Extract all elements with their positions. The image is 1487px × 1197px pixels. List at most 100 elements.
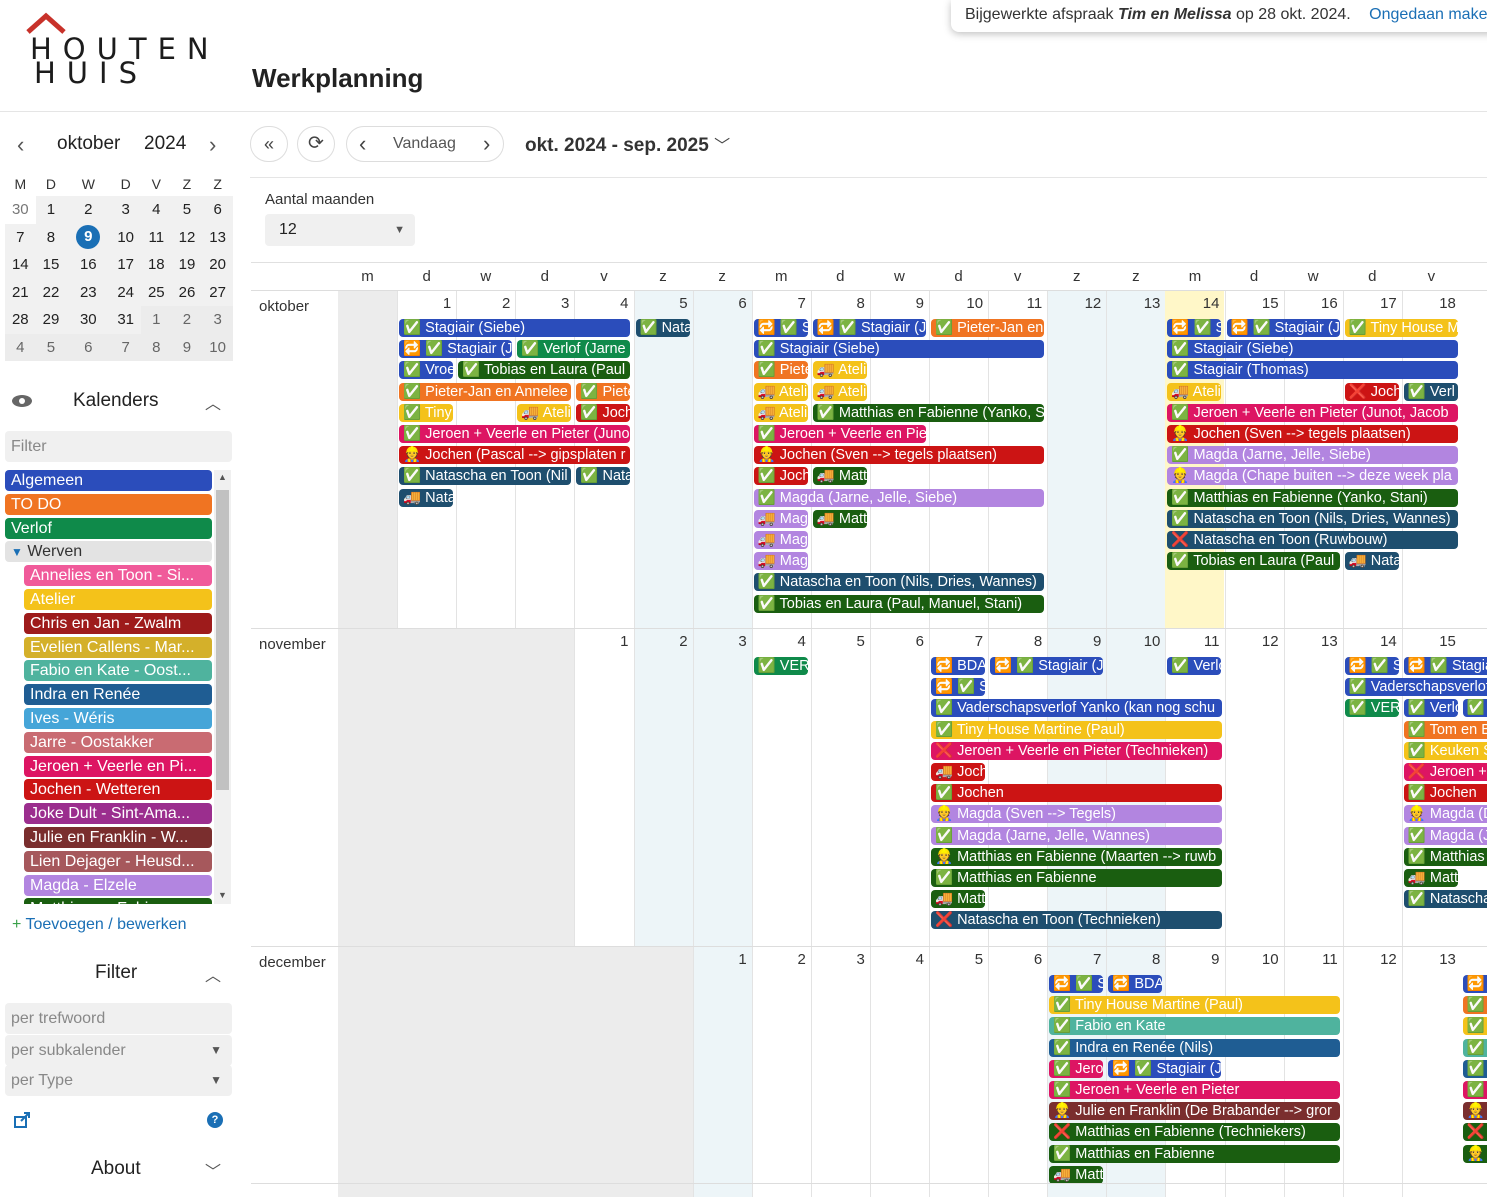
day-number[interactable]: 1 — [397, 295, 451, 312]
calendar-event[interactable]: ✅ Joch — [753, 467, 808, 486]
calendar-event[interactable]: 🚚 Matt — [812, 509, 867, 528]
calendar-event[interactable]: 🔁 ✅ St — [1167, 319, 1222, 337]
mini-day[interactable]: 7 — [5, 223, 36, 251]
calendar-event[interactable]: 👷 Julie en Franklin (De Brabander --> gr… — [1049, 1102, 1340, 1121]
calendar-event[interactable]: ✅ Jeroen + Veerle en Pieter (Junot, Jaco… — [1167, 403, 1458, 422]
day-number[interactable]: 7 — [1047, 951, 1101, 968]
calendar-event[interactable]: 🚚 Ateli — [753, 382, 808, 401]
calendar-item[interactable]: TO DO — [5, 493, 212, 515]
mini-day[interactable]: 13 — [202, 223, 233, 251]
day-number[interactable]: 7 — [752, 295, 805, 312]
share-icon[interactable] — [13, 1111, 31, 1129]
mini-day[interactable]: 6 — [66, 333, 111, 361]
mini-day[interactable]: 9 — [66, 223, 111, 251]
calendar-event[interactable]: ✅ Fabio en Kate — [1049, 1017, 1340, 1036]
mini-year[interactable]: 2024 — [144, 133, 186, 155]
day-number[interactable]: 10 — [1225, 951, 1279, 968]
day-number[interactable]: 10 — [1106, 633, 1161, 650]
date-range-selector[interactable]: okt. 2024 - sep. 2025 ﹀ — [525, 132, 730, 157]
day-number[interactable]: 18 — [1402, 295, 1456, 312]
next-month-icon[interactable]: › — [209, 132, 216, 158]
day-number[interactable]: 4 — [574, 295, 628, 312]
mini-day[interactable]: 4 — [5, 333, 36, 361]
calendar-event[interactable]: ❌ Matthias en Fabienne (Techniekers) — [1049, 1123, 1340, 1142]
calendar-filter-input[interactable]: Filter — [5, 431, 232, 462]
mini-day[interactable]: 12 — [171, 223, 203, 251]
refresh-button[interactable]: ⟳ — [297, 126, 335, 162]
calendar-event[interactable]: ✅ Ople — [1462, 699, 1487, 718]
day-number[interactable]: 6 — [988, 951, 1042, 968]
mini-day[interactable]: 5 — [35, 333, 67, 361]
day-number[interactable]: 15 — [1402, 633, 1456, 650]
calendar-item[interactable]: Jochen - Wetteren — [24, 779, 212, 801]
mini-day[interactable]: 20 — [202, 251, 233, 279]
subcalendar-filter-select[interactable]: per subkalender ▼ — [5, 1035, 232, 1066]
calendar-item[interactable]: Magda - Elzele — [24, 874, 212, 896]
add-edit-calendars-link[interactable]: + Toevoegen / bewerken — [12, 916, 187, 934]
calendar-event[interactable]: ❌ Natascha en Toon (Ruwbouw) — [1167, 531, 1458, 549]
mini-day[interactable]: 1 — [35, 196, 67, 224]
calendar-event[interactable]: ✅ Nata — [635, 319, 690, 337]
mini-day[interactable]: 15 — [35, 251, 67, 279]
calendar-item[interactable]: Chris en Jan - Zwalm — [24, 612, 212, 634]
calendar-event[interactable]: 👷 Matthias en Fabienne (Maarten --> ruwb — [931, 847, 1222, 866]
calendar-event[interactable]: 🔁 ✅ St — [931, 678, 986, 697]
mini-day[interactable]: 9 — [171, 333, 203, 361]
mini-day[interactable]: 14 — [5, 251, 36, 279]
calendar-event[interactable]: ✅ Magda (Jarne, Jelle, Wannes) — [931, 826, 1222, 845]
calendar-item[interactable]: Atelier — [24, 588, 212, 610]
calendar-item[interactable]: Algemeen — [5, 470, 212, 491]
calendar-event[interactable]: ✅ Jeroen + Veerle en Pieter (Vloerisolat… — [1462, 1081, 1487, 1099]
day-number[interactable]: 11 — [988, 295, 1043, 312]
calendar-event[interactable]: ✅ Piete — [576, 382, 631, 401]
day-number[interactable]: 12 — [1343, 951, 1397, 968]
calendar-event[interactable]: ✅ VER — [1344, 699, 1399, 718]
day-number[interactable]: 3 — [811, 951, 865, 968]
calendar-event[interactable]: ✅ Joch — [576, 403, 631, 422]
calendar-event[interactable]: ✅ Pieter-Jan en — [931, 319, 1045, 337]
calendar-event[interactable]: ✅ Verlo — [1167, 657, 1222, 675]
mini-day[interactable]: 5 — [171, 196, 203, 224]
calendar-event[interactable]: 🔁 ✅ Stagiair (Jo — [1403, 657, 1487, 675]
calendar-item[interactable]: Evelien Callens - Mar... — [24, 636, 212, 658]
calendar-item[interactable]: Annelies en Toon - Si... — [24, 565, 212, 587]
mini-day[interactable]: 30 — [66, 306, 111, 334]
day-number[interactable]: 2 — [456, 295, 510, 312]
calendar-event[interactable]: 🚚 Ateli — [753, 403, 808, 422]
calendar-event[interactable]: 🔁 ✅ St — [1462, 975, 1487, 993]
day-number[interactable]: 6 — [870, 633, 924, 650]
calendar-event[interactable]: ✅ Vroe — [399, 361, 454, 380]
calendar-item[interactable]: Jeroen + Veerle en Pi... — [24, 755, 212, 777]
day-number[interactable]: 13 — [1402, 951, 1456, 968]
mini-day[interactable]: 16 — [66, 251, 111, 279]
day-number[interactable]: 2 — [634, 633, 687, 650]
calendar-event[interactable]: ❌ Jeroen + Veerle en Pieter (Technieken) — [931, 741, 1222, 760]
calendar-event[interactable]: 🚚 Mag — [753, 531, 808, 549]
day-number[interactable]: 2 — [752, 951, 805, 968]
day-number[interactable]: 5 — [811, 633, 865, 650]
calendar-event[interactable]: ✅ Matthias en Fabienne — [1403, 847, 1487, 866]
calendar-event[interactable]: ✅ Jeroen + Veerle en Pieter (Juno — [399, 425, 631, 443]
chevron-up-icon[interactable]: ︿ — [205, 962, 221, 986]
prev-month-icon[interactable]: ‹ — [17, 132, 24, 158]
calendar-event[interactable]: 🚚 Matt — [1049, 1165, 1104, 1184]
calendar-event[interactable]: 🚚 Matt — [1403, 869, 1458, 887]
mini-day[interactable]: 21 — [5, 278, 36, 306]
calendar-event[interactable]: ✅ Matthias en Fabienne (Yanko, S — [812, 403, 1045, 422]
calendar-event[interactable]: ✅ Magda (Jarne, Jelle, Wannes) — [1403, 826, 1487, 845]
day-number[interactable]: 17 — [1343, 295, 1397, 312]
calendar-event[interactable]: ✅ Natascha en Toon — [1403, 890, 1487, 909]
calendar-event[interactable]: ✅ Natascha en Toon (Nils, Dries, Wannes) — [753, 573, 1045, 592]
calendar-group-werven[interactable]: ▼ Werven — [5, 541, 212, 563]
calendar-event[interactable]: 🚚 Matt — [812, 467, 867, 486]
calendar-event[interactable]: ✅ Matthias en Fabienne — [931, 869, 1222, 887]
scrollbar-thumb[interactable] — [216, 490, 229, 790]
calendar-item[interactable]: Fabio en Kate - Oost... — [24, 660, 212, 682]
calendar-event[interactable]: ✅ Pieter-Jan en Annelee — [399, 382, 572, 401]
calendar-item[interactable]: Verlof — [5, 517, 212, 539]
calendar-event[interactable]: ✅ Verlo — [1403, 699, 1458, 718]
day-number[interactable]: 9 — [870, 295, 924, 312]
mini-day[interactable]: 18 — [141, 251, 172, 279]
day-number[interactable]: 1 — [693, 951, 746, 968]
type-filter-select[interactable]: per Type ▼ — [5, 1065, 232, 1096]
